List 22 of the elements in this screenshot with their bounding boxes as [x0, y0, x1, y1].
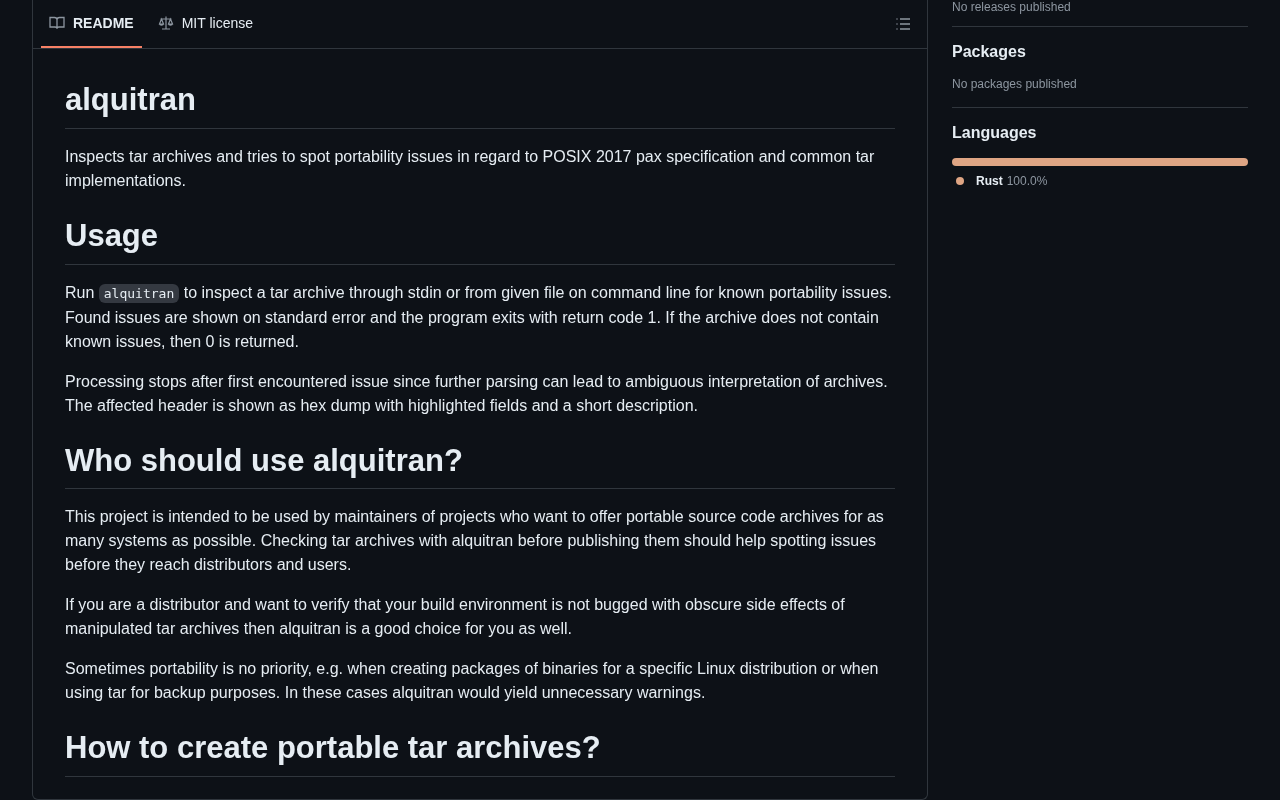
- readme-tab[interactable]: README: [41, 0, 142, 48]
- list-icon[interactable]: [895, 16, 911, 32]
- sidebar-heading: Packages: [952, 43, 1027, 61]
- paragraph: This project is intended to be used by maintainers of projects who want to offer portable source code archives for as many systems as possible. Checking tar archives with alquitran before publishing them should help spotting issues before they reach distributors and users.: [65, 507, 885, 576]
- paragraph: Run alquitran to inspect a tar archive through stdin or from given file on command line for known portability issues. Found issues are shown on standard error and the program exits with return code 1. If the archive does not contain known issues, then 0 is returned.: [65, 282, 893, 352]
- section-heading: How to create portable tar archives?: [65, 729, 895, 777]
- paragraph: Processing stops after first encountered issue since further parsing can lead to ambiguous interpretation of archives. The affected header is shown as hex dump with highlighted fields and a short description.: [65, 371, 889, 416]
- scales-icon: [157, 15, 174, 31]
- readme-tab[interactable]: MIT license: [149, 0, 261, 48]
- paragraph: If you are a distributor and want to verify that your build environment is not bugged with obscure side effects of manipulated tar archives then alquitran is a good choice for you as well.: [65, 595, 846, 640]
- book-icon: [49, 15, 65, 31]
- section-heading: Usage: [65, 216, 895, 265]
- paragraph: Sometimes portability is no priority, e.g. when creating packages of binaries for a specific Linux distribution or when using tar for backup purposes. In these cases alquitran would yield unnecessary warnings.: [65, 659, 880, 704]
- inline-code: alquitran: [98, 283, 180, 303]
- section-heading: Who should use alquitran?: [65, 441, 895, 490]
- paragraph: Inspects tar archives and tries to spot portability issues in regard to POSIX 2017 pax specification and common tar implementations.: [65, 146, 876, 191]
- sidebar-heading: Languages: [952, 124, 1038, 142]
- releases-note: No releases published: [952, 0, 1071, 14]
- language-percent: 100.0%: [1006, 174, 1048, 188]
- language-name[interactable]: Rust: [976, 174, 1003, 188]
- packages-note: No packages published: [952, 77, 1077, 91]
- section-heading: alquitran: [65, 81, 895, 129]
